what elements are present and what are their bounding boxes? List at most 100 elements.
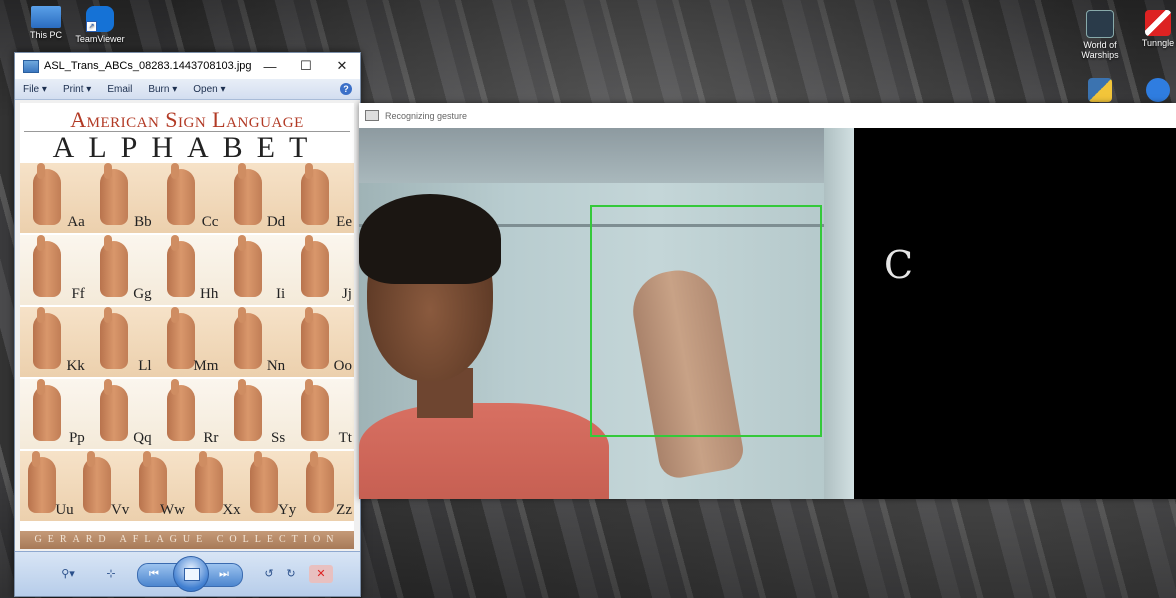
sign-letter-label: Rr (203, 430, 219, 446)
sign-letter-label: Hh (200, 286, 219, 302)
rotate-counterclockwise-icon[interactable]: ↺ (261, 565, 277, 583)
sign-letter-label: Bb (134, 214, 152, 230)
maximize-button[interactable]: ☐ (288, 58, 324, 74)
hand-sign-illustration (300, 235, 329, 297)
poster-row: Kk Ll Mm Nn Oo (20, 305, 354, 377)
webcam-feed (359, 128, 854, 499)
sign-letter-label: Jj (341, 286, 352, 302)
hand-sign-illustration (300, 379, 329, 441)
sign-letter-label: Cc (201, 214, 219, 230)
computer-icon (31, 6, 61, 28)
asl-sign-cell: Aa (20, 163, 87, 233)
sign-letter-label: Yy (277, 502, 297, 518)
asl-sign-cell: Yy (243, 451, 299, 521)
close-button[interactable]: ✕ (324, 58, 360, 74)
asl-sign-cell: Ww (131, 451, 187, 521)
desktop-icon-uplay[interactable] (1130, 78, 1176, 104)
desktop-icon-label: TeamViewer (75, 34, 125, 44)
hand-sign-illustration (300, 307, 329, 369)
desktop-icon-python[interactable] (1072, 78, 1128, 104)
sign-letter-label: Zz (336, 502, 352, 518)
gesture-window-titlebar[interactable]: Recognizing gesture (359, 103, 1176, 128)
asl-sign-cell: Hh (154, 235, 221, 305)
sign-letter-label: Xx (222, 502, 241, 518)
asl-sign-cell: Jj (287, 235, 354, 305)
uplay-icon (1146, 78, 1170, 102)
menu-file[interactable]: File ▾ (23, 84, 47, 95)
python-icon (1088, 78, 1112, 102)
window-title: ASL_Trans_ABCs_08283.1443708103.jpg - Wi… (44, 60, 252, 72)
desktop-icon-world-of-warships[interactable]: World of Warships (1072, 10, 1128, 60)
person-hair (359, 194, 501, 284)
sign-letter-label: Ww (159, 502, 185, 518)
desktop-icon-label: This PC (29, 30, 62, 40)
hand-sign-illustration (166, 379, 195, 441)
predicted-letter: C (884, 243, 914, 287)
desktop-icon-tunngle[interactable]: Tunngle (1130, 10, 1176, 48)
desktop-icon-this-pc[interactable]: This PC (18, 6, 74, 40)
hand-sign-illustration (100, 235, 129, 297)
next-button[interactable]: ⏭ (213, 565, 235, 583)
hand-sign-illustration (233, 379, 262, 441)
photo-viewer-window[interactable]: ASL_Trans_ABCs_08283.1443708103.jpg - Wi… (14, 52, 361, 597)
menu-email[interactable]: Email (107, 84, 132, 95)
recognizing-gesture-window[interactable]: Recognizing gesture C (359, 103, 1176, 499)
sign-letter-label: Mm (193, 358, 219, 374)
hand-sign-illustration (166, 235, 195, 297)
hand-sign-illustration (194, 451, 223, 513)
rotate-clockwise-icon[interactable]: ↻ (283, 565, 299, 583)
asl-sign-cell: Oo (287, 307, 354, 377)
recognition-output-panel: C (854, 128, 1176, 499)
asl-sign-cell: Kk (20, 307, 87, 377)
asl-sign-cell: Ss (220, 379, 287, 449)
hand-sign-illustration (233, 307, 262, 369)
asl-sign-cell: Vv (76, 451, 132, 521)
hand-sign-illustration (33, 379, 62, 441)
zoom-icon[interactable]: ⚲▾ (57, 565, 79, 583)
asl-sign-cell: Ii (220, 235, 287, 305)
poster-row: Uu Vv Ww Xx Yy Zz (20, 449, 354, 521)
desktop-icon-teamviewer[interactable]: ↗ TeamViewer (72, 6, 128, 44)
asl-sign-cell: Ll (87, 307, 154, 377)
menu-print[interactable]: Print ▾ (63, 84, 91, 95)
sign-letter-label: Pp (68, 430, 85, 446)
hand-sign-illustration (83, 451, 112, 513)
sign-letter-label: Vv (110, 502, 130, 518)
help-icon[interactable]: ? (340, 83, 352, 95)
poster-title: American Sign Language (70, 107, 304, 132)
gesture-roi-box (590, 205, 822, 437)
sign-letter-label: Uu (55, 502, 74, 518)
photo-viewer-menubar: File ▾ Print ▾ Email Burn ▾ Open ▾ ? (15, 79, 360, 100)
poster-row: Aa Bb Cc Dd Ee (20, 161, 354, 233)
asl-sign-cell: Qq (87, 379, 154, 449)
delete-icon[interactable]: ✕ (309, 565, 333, 583)
hand-sign-illustration (33, 163, 62, 225)
photo-viewer-titlebar[interactable]: ASL_Trans_ABCs_08283.1443708103.jpg - Wi… (15, 53, 360, 79)
asl-sign-cell: Nn (220, 307, 287, 377)
tunngle-icon (1145, 10, 1171, 36)
asl-sign-cell: Xx (187, 451, 243, 521)
poster-row: Pp Qq Rr Ss Tt (20, 377, 354, 449)
minimize-button[interactable]: — (252, 59, 288, 74)
sign-letter-label: Tt (338, 430, 352, 446)
hand-sign-illustration (100, 379, 129, 441)
asl-sign-cell: Ff (20, 235, 87, 305)
desktop-icon-label: Tunngle (1141, 38, 1175, 48)
gesture-window-title: Recognizing gesture (385, 110, 468, 121)
slideshow-button[interactable] (173, 556, 209, 592)
poster-row: Ff Gg Hh Ii Jj (20, 233, 354, 305)
sign-letter-label: Ss (271, 430, 286, 446)
asl-sign-cell: Uu (20, 451, 76, 521)
asl-sign-cell: Mm (154, 307, 221, 377)
actual-size-icon[interactable]: ⊹ (103, 565, 119, 583)
asl-sign-cell: Bb (87, 163, 154, 233)
sign-letter-label: Gg (133, 286, 152, 302)
previous-button[interactable]: ⏮ (143, 565, 165, 583)
hand-sign-illustration (33, 307, 62, 369)
menu-open[interactable]: Open ▾ (193, 84, 225, 95)
wall-pillar (824, 128, 854, 499)
sign-letter-label: Ll (138, 358, 152, 374)
world-of-warships-icon (1086, 10, 1114, 38)
hand-sign-illustration (233, 163, 262, 225)
menu-burn[interactable]: Burn ▾ (148, 84, 177, 95)
